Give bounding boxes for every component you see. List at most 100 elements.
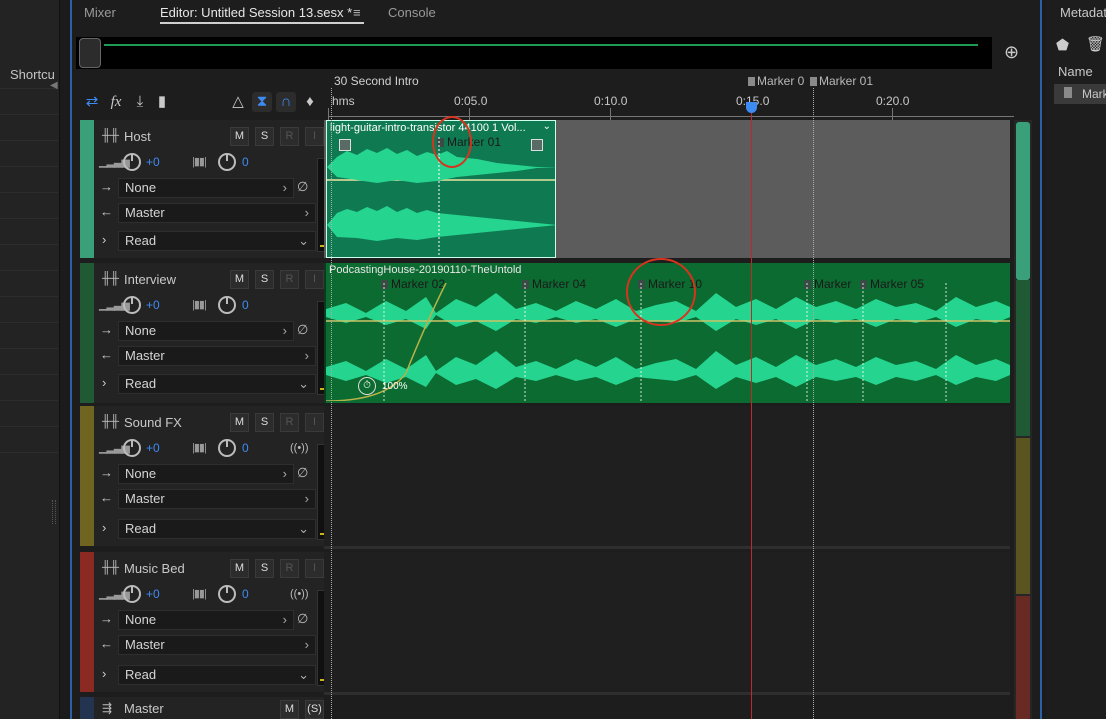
chevron-right-icon[interactable]: › — [102, 232, 106, 247]
clip-stretch-icon[interactable]: ⏱ — [358, 377, 376, 395]
chevron-right-icon[interactable]: › — [102, 520, 106, 535]
mute-button[interactable]: M — [280, 700, 299, 719]
mute-button[interactable]: M — [230, 127, 249, 146]
shortcuts-panel-title[interactable]: Shortcu — [10, 67, 55, 82]
input-monitor-button[interactable]: I — [305, 270, 324, 289]
chevron-right-icon[interactable]: › — [102, 375, 106, 390]
pan-knob[interactable] — [123, 153, 141, 171]
track-lane[interactable] — [324, 552, 1010, 692]
pin-icon[interactable]: ♦ — [300, 92, 320, 112]
metadata-panel-title[interactable]: Metadat — [1060, 5, 1106, 20]
zoom-icon[interactable]: ⊕ — [1004, 42, 1019, 63]
panel-menu-icon[interactable]: ≡ — [353, 5, 361, 20]
track-name[interactable]: Interview — [124, 272, 176, 287]
trash-icon[interactable]: 🗑 — [1086, 35, 1105, 53]
metronome-icon[interactable]: △ — [228, 92, 248, 112]
pan-knob[interactable] — [123, 439, 141, 457]
chevron-right-icon[interactable]: › — [102, 666, 106, 681]
marker-icon[interactable]: ⬟ — [1056, 36, 1069, 54]
track-name[interactable]: Music Bed — [124, 561, 185, 576]
solo-button[interactable]: S — [255, 413, 274, 432]
pan-value[interactable]: +0 — [146, 587, 160, 601]
fade-in-handle[interactable] — [339, 139, 351, 151]
automation-mode-select[interactable]: Read ⌄ — [118, 231, 316, 251]
panel-row-divider — [0, 192, 58, 193]
timeline-ruler[interactable]: 30 Second Intro hms 0:05.0 0:10.0 0:15.0… — [328, 72, 1014, 120]
pan-value[interactable]: +0 — [146, 155, 160, 169]
scrollbar-thumb[interactable] — [1016, 122, 1030, 280]
magnet-icon[interactable]: ∩ — [276, 92, 296, 112]
input-monitor-button[interactable]: I — [305, 127, 324, 146]
tab-console[interactable]: Console — [388, 5, 436, 20]
mute-button[interactable]: M — [230, 270, 249, 289]
list-item[interactable]: Mark — [1054, 84, 1106, 104]
track-lane[interactable] — [324, 406, 1010, 546]
phase-invert-icon[interactable]: ∅ — [297, 611, 308, 627]
phase-invert-icon[interactable]: ∅ — [297, 322, 308, 338]
track-name[interactable]: Host — [124, 129, 151, 144]
snap-icon[interactable]: ⧗ — [252, 92, 272, 112]
range-label[interactable]: 30 Second Intro — [334, 74, 419, 88]
volume-value[interactable]: 0 — [242, 587, 249, 601]
record-button[interactable]: R — [280, 270, 299, 289]
pan-value[interactable]: +0 — [146, 298, 160, 312]
input-select[interactable]: None › — [118, 610, 294, 630]
resize-grip-icon[interactable] — [52, 500, 56, 524]
pan-value[interactable]: +0 — [146, 441, 160, 455]
swap-icon[interactable]: ⇄ — [82, 92, 102, 112]
track-name[interactable]: Master — [124, 701, 164, 716]
automation-mode-select[interactable]: Read ⌄ — [118, 519, 316, 539]
volume-knob[interactable] — [218, 296, 236, 314]
volume-knob[interactable] — [218, 585, 236, 603]
record-button[interactable]: R — [280, 127, 299, 146]
vertical-scrollbar[interactable] — [1014, 120, 1032, 719]
output-select[interactable]: Master › — [118, 203, 316, 223]
eq-icon[interactable]: ▮ — [152, 92, 172, 112]
input-monitor-button[interactable]: I — [305, 413, 324, 432]
mute-button[interactable]: M — [230, 413, 249, 432]
output-select[interactable]: Master › — [118, 489, 316, 509]
volume-knob[interactable] — [218, 439, 236, 457]
tab-editor[interactable]: Editor: Untitled Session 13.sesx * — [160, 5, 352, 20]
column-header-name[interactable]: Name — [1058, 64, 1093, 79]
solo-button[interactable]: S — [255, 127, 274, 146]
solo-button[interactable]: (S) — [305, 700, 324, 719]
mute-button[interactable]: M — [230, 559, 249, 578]
playhead-handle[interactable] — [746, 102, 757, 113]
solo-button[interactable]: S — [255, 270, 274, 289]
pan-knob[interactable] — [123, 296, 141, 314]
session-overview-bar[interactable] — [76, 37, 992, 69]
input-select[interactable]: None › — [118, 178, 294, 198]
playhead[interactable] — [751, 104, 752, 719]
automation-mode-select[interactable]: Read ⌄ — [118, 374, 316, 394]
pan-knob[interactable] — [123, 585, 141, 603]
solo-button[interactable]: S — [255, 559, 274, 578]
fx-icon[interactable]: fx — [106, 92, 126, 112]
output-select[interactable]: Master › — [118, 635, 316, 655]
sends-icon[interactable]: ⤓ — [130, 92, 150, 112]
fade-out-handle[interactable] — [531, 139, 543, 151]
mono-stereo-icon[interactable]: ((•)) — [290, 588, 309, 600]
input-select[interactable]: None › — [118, 321, 294, 341]
input-select[interactable]: None › — [118, 464, 294, 484]
output-select[interactable]: Master › — [118, 346, 316, 366]
track-lane[interactable]: light-guitar-intro-transistor 44100 1 Vo… — [324, 120, 1010, 258]
mono-stereo-icon[interactable]: ((•)) — [290, 442, 309, 454]
ruler-marker[interactable]: Marker 01 — [810, 74, 873, 88]
record-button[interactable]: R — [280, 559, 299, 578]
volume-value[interactable]: 0 — [242, 441, 249, 455]
tab-mixer[interactable]: Mixer — [84, 5, 116, 20]
volume-knob[interactable] — [218, 153, 236, 171]
phase-invert-icon[interactable]: ∅ — [297, 465, 308, 481]
overview-scroll-handle[interactable] — [79, 38, 101, 68]
ruler-marker[interactable]: Marker 0 — [748, 74, 804, 88]
automation-mode-select[interactable]: Read ⌄ — [118, 665, 316, 685]
volume-value[interactable]: 0 — [242, 298, 249, 312]
chevron-down-icon[interactable]: ⌄ — [543, 121, 551, 132]
chevron-left-icon[interactable]: ◀ — [50, 80, 58, 91]
record-button[interactable]: R — [280, 413, 299, 432]
track-name[interactable]: Sound FX — [124, 415, 182, 430]
volume-value[interactable]: 0 — [242, 155, 249, 169]
input-monitor-button[interactable]: I — [305, 559, 324, 578]
phase-invert-icon[interactable]: ∅ — [297, 179, 308, 195]
